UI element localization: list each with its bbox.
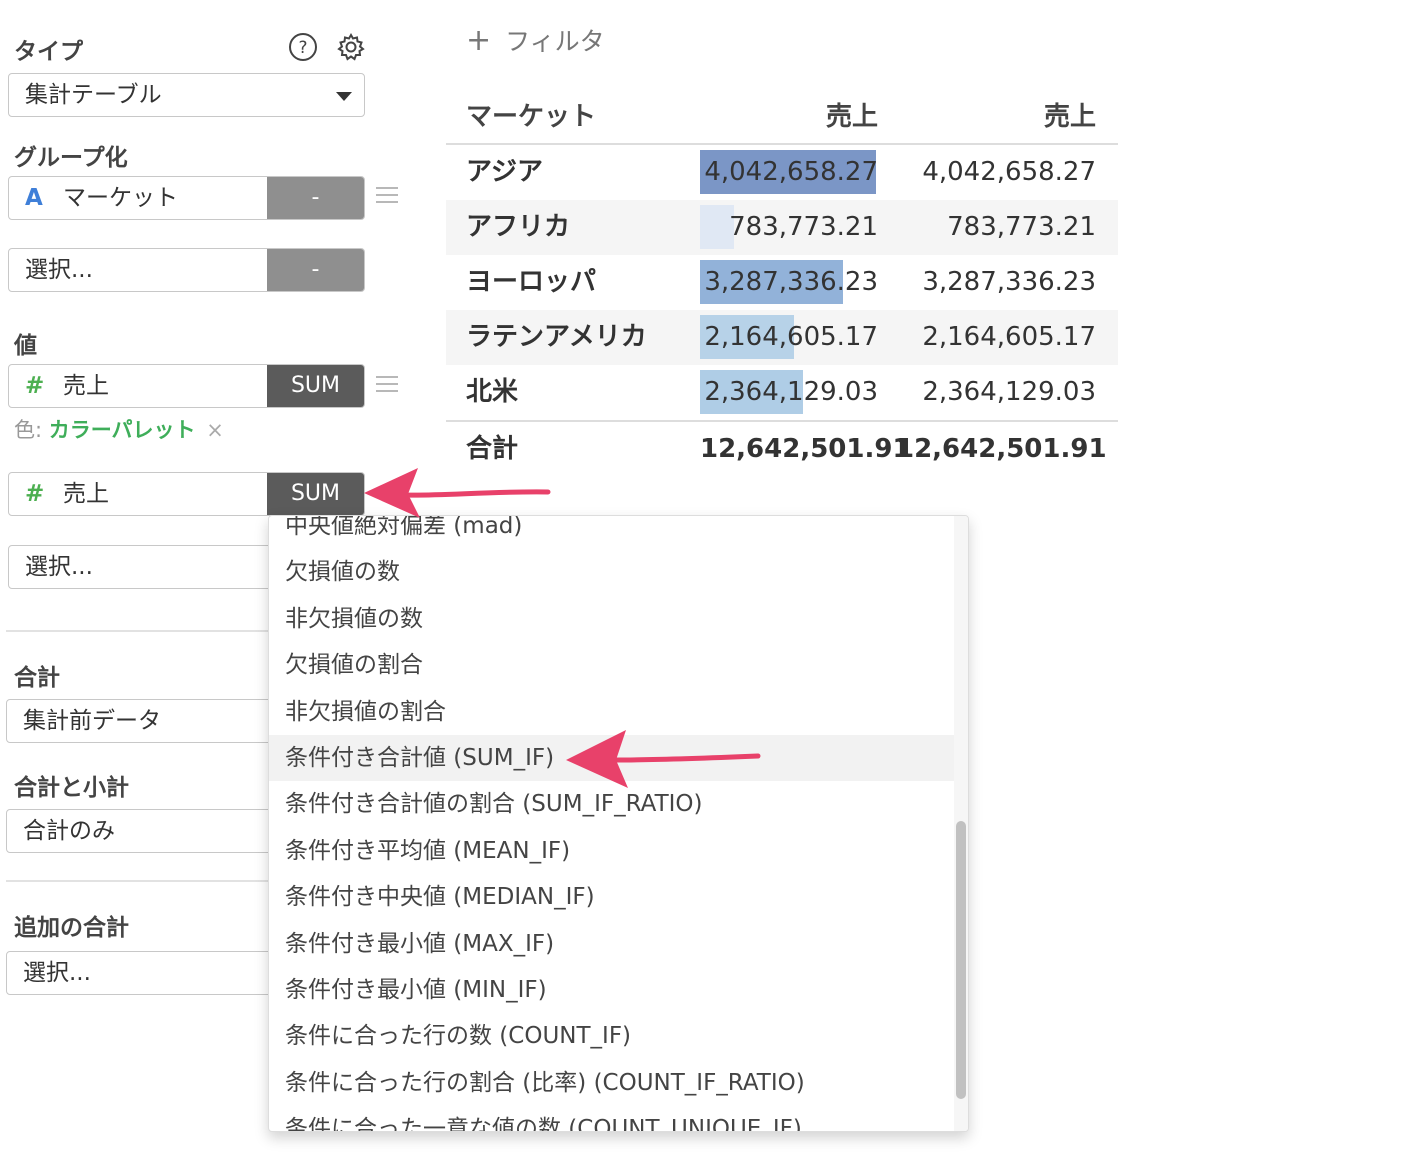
color-prefix: 色:: [14, 418, 49, 442]
table-row: アフリカ 783,773.21 783,773.21: [446, 200, 1118, 255]
dropdown-item[interactable]: 条件付き最小値 (MIN_IF): [269, 967, 955, 1013]
divider: [6, 880, 268, 882]
string-type-icon: A: [25, 185, 43, 211]
header-sales-1: 売上: [825, 102, 878, 132]
extra-total-label: 追加の合計: [14, 915, 129, 941]
pivot-table: マーケット 売上 売上 アジア 4,042,658.27 4,042,658.27 ア…: [446, 90, 1118, 478]
dropdown-item[interactable]: 条件に合った一意な値の数 (COUNT_UNIQUE_IF): [269, 1106, 955, 1131]
cell-sales-2: 4,042,658.27: [922, 157, 1096, 187]
color-palette-link[interactable]: カラーパレット: [49, 418, 196, 442]
table-row: ラテンアメリカ 2,164,605.17 2,164,605.17: [446, 310, 1118, 365]
dropdown-item[interactable]: 条件に合った行の数 (COUNT_IF): [269, 1013, 955, 1059]
cell-sales-2: 3,287,336.23: [922, 267, 1096, 297]
group-select-placeholder: 選択...: [25, 257, 93, 283]
group-agg-button[interactable]: -: [267, 177, 364, 219]
total-row-v1: 12,642,501.91: [700, 434, 911, 464]
scrollbar-thumb[interactable]: [956, 821, 966, 1099]
total-label: 合計: [14, 665, 60, 691]
chevron-down-icon: [336, 92, 352, 101]
dropdown-item[interactable]: 欠損値の数: [269, 549, 955, 595]
chart-type-select[interactable]: 集計テーブル: [8, 73, 365, 117]
cell-sales-2: 2,164,605.17: [922, 322, 1096, 352]
table-row: アジア 4,042,658.27 4,042,658.27: [446, 145, 1118, 200]
cell-market: アフリカ: [466, 212, 571, 242]
value-1-agg-button[interactable]: SUM: [267, 365, 364, 407]
number-type-icon: #: [25, 373, 45, 399]
drag-handle-icon[interactable]: [376, 376, 398, 397]
dropdown-item[interactable]: 欠損値の割合: [269, 642, 955, 688]
header-market: マーケット: [466, 102, 597, 132]
dropdown-item[interactable]: 条件付き最小値 (MAX_IF): [269, 921, 955, 967]
dropdown-item[interactable]: 非欠損値の数: [269, 596, 955, 642]
annotation-arrow-icon: [364, 468, 551, 518]
table-row: ヨーロッパ 3,287,336.23 3,287,336.23: [446, 255, 1118, 310]
cell-sales-1: 3,287,336.23: [704, 267, 878, 297]
dropdown-item[interactable]: 条件付き平均値 (MEAN_IF): [269, 828, 955, 874]
add-filter-button[interactable]: + フィルタ: [466, 22, 605, 58]
svg-text:?: ?: [298, 38, 307, 58]
group-select[interactable]: 選択... -: [8, 248, 365, 292]
number-type-icon: #: [25, 481, 45, 507]
cell-sales-1: 783,773.21: [729, 212, 878, 242]
cell-market: ヨーロッパ: [466, 267, 597, 297]
cell-sales-1: 2,164,605.17: [704, 322, 878, 352]
value-field-1-name: 売上: [63, 373, 109, 399]
cell-sales-2: 2,364,129.03: [922, 377, 1096, 407]
chart-type-value: 集計テーブル: [25, 82, 162, 108]
header-sales-2: 売上: [1043, 102, 1096, 132]
gear-icon[interactable]: [336, 32, 366, 62]
subtotal-value: 合計のみ: [23, 818, 115, 844]
dropdown-item[interactable]: 条件付き中央値 (MEDIAN_IF): [269, 874, 955, 920]
value-2-agg-button[interactable]: SUM: [267, 473, 364, 515]
divider: [6, 630, 268, 632]
group-select-agg-button[interactable]: -: [267, 249, 364, 291]
total-value: 集計前データ: [23, 708, 161, 734]
close-icon[interactable]: ×: [206, 418, 224, 442]
color-setting: 色: カラーパレット ×: [14, 414, 224, 444]
group-label: グループ化: [14, 145, 128, 171]
cell-market: 北米: [466, 377, 519, 407]
table-header: マーケット 売上 売上: [446, 90, 1118, 145]
value-field-2-name: 売上: [63, 481, 109, 507]
cell-sales-2: 783,773.21: [947, 212, 1096, 242]
plus-icon: +: [466, 23, 492, 58]
value-field-1[interactable]: # 売上 SUM: [8, 364, 365, 408]
table-row: 北米 2,364,129.03 2,364,129.03: [446, 365, 1118, 420]
subtotal-label: 合計と小計: [14, 775, 129, 801]
filter-label: フィルタ: [505, 27, 605, 56]
extra-total-value: 選択...: [23, 960, 91, 986]
drag-handle-icon[interactable]: [376, 187, 398, 208]
cell-market: ラテンアメリカ: [466, 322, 647, 352]
value-select-placeholder: 選択...: [25, 554, 93, 580]
total-row-v2: 12,642,501.91: [896, 434, 1107, 464]
aggregation-dropdown: 中央値絶対偏差 (mad) 欠損値の数 非欠損値の数 欠損値の割合 非欠損値の割合 条件付…: [268, 515, 969, 1132]
value-label: 値: [14, 333, 37, 359]
type-label: タイプ: [14, 39, 83, 65]
cell-sales-1: 4,042,658.27: [704, 157, 878, 187]
help-icon[interactable]: ?: [288, 32, 318, 62]
group-field[interactable]: A マーケット -: [8, 176, 365, 220]
cell-sales-1: 2,364,129.03: [704, 377, 878, 407]
value-field-2[interactable]: # 売上 SUM: [8, 472, 365, 516]
annotation-arrow-icon: [566, 730, 761, 788]
dropdown-item[interactable]: 条件に合った行の割合 (比率) (COUNT_IF_RATIO): [269, 1060, 955, 1106]
cell-market: アジア: [466, 157, 543, 187]
group-field-name: マーケット: [63, 185, 178, 211]
